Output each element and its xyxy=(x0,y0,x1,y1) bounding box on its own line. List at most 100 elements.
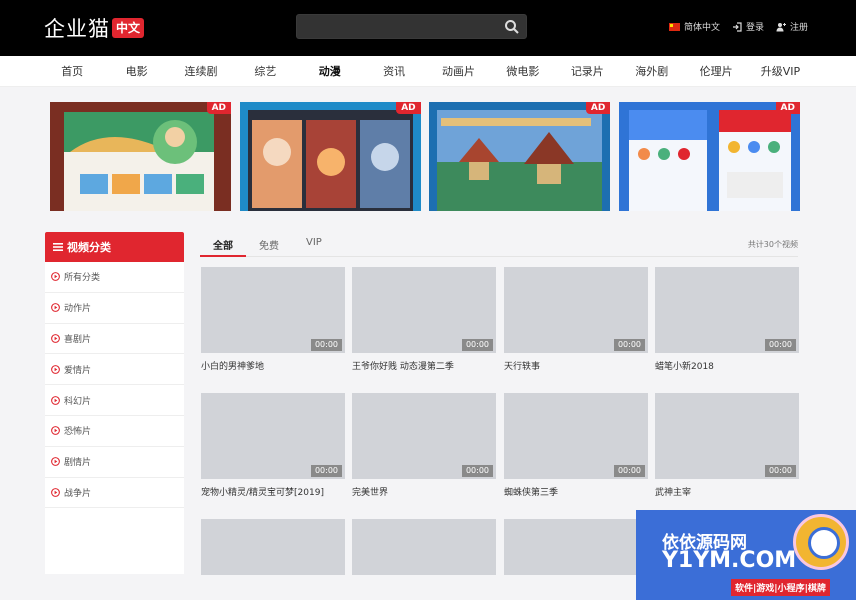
video-title: 蜘蛛侠第三季 xyxy=(504,488,559,498)
video-card[interactable]: 00:00 完美世界 xyxy=(352,393,496,498)
video-duration: 00:00 xyxy=(613,465,645,477)
search-icon[interactable] xyxy=(504,19,520,35)
add-user-icon xyxy=(776,22,786,31)
nav-item-home[interactable]: 首页 xyxy=(40,63,104,79)
register-link[interactable]: 注册 xyxy=(776,20,808,33)
video-title: 王爷你好贱 动态漫第二季 xyxy=(352,362,454,372)
sidebar-item-all[interactable]: 所有分类 xyxy=(45,262,184,293)
sidebar-item-action[interactable]: 动作片 xyxy=(45,293,184,324)
sidebar-item-label: 爱情片 xyxy=(64,365,92,376)
ad-image-app-template xyxy=(618,102,800,211)
tab-free[interactable]: 免费 xyxy=(259,237,279,252)
nav-item-documentary[interactable]: 记录片 xyxy=(555,63,619,79)
nav-item-cartoon[interactable]: 动画片 xyxy=(426,63,490,79)
sidebar-item-label: 喜剧片 xyxy=(64,334,92,345)
video-duration: 00:00 xyxy=(613,339,645,351)
video-title: 小白的男神爹地 xyxy=(201,362,265,372)
video-card[interactable]: 00:00 蜡笔小新2018 xyxy=(655,267,799,372)
video-thumbnail: 00:00 xyxy=(201,393,345,479)
video-title: 蜡笔小新2018 xyxy=(655,362,714,372)
video-duration: 00:00 xyxy=(764,465,796,477)
video-card[interactable] xyxy=(504,519,648,575)
video-card[interactable]: 00:00 天行轶事 xyxy=(504,267,648,372)
tab-vip[interactable]: VIP xyxy=(306,237,322,248)
video-card[interactable] xyxy=(201,519,345,575)
video-thumbnail: 00:00 xyxy=(352,267,496,353)
video-title: 天行轶事 xyxy=(504,362,541,372)
ad-badge: AD xyxy=(396,102,421,114)
video-card[interactable]: 00:00 武神主宰 xyxy=(655,393,799,498)
filter-tabs: 全部 免费 VIP 共计30个视频 xyxy=(200,233,798,257)
list-icon xyxy=(53,243,63,251)
site-header: 企业猫 中文 简体中文 登录 注册 xyxy=(0,0,856,56)
sidebar-title: 视频分类 xyxy=(67,241,111,254)
nav-item-movie[interactable]: 电影 xyxy=(104,63,168,79)
video-title: 宠物小精灵/精灵宝可梦[2019] xyxy=(201,488,324,498)
sidebar-item-scifi[interactable]: 科幻片 xyxy=(45,385,184,416)
magnifier-icon xyxy=(793,514,849,570)
play-circle-icon xyxy=(51,272,60,282)
video-thumbnail xyxy=(201,519,345,575)
nav-item-ethics[interactable]: 伦理片 xyxy=(684,63,748,79)
nav-item-vip[interactable]: 升级VIP xyxy=(748,63,812,79)
sidebar-header: 视频分类 xyxy=(45,232,184,262)
video-duration: 00:00 xyxy=(461,339,493,351)
video-thumbnail: 00:00 xyxy=(504,267,648,353)
sidebar-item-comedy[interactable]: 喜剧片 xyxy=(45,324,184,355)
sidebar-item-label: 科幻片 xyxy=(64,396,92,407)
nav-item-micro-film[interactable]: 微电影 xyxy=(491,63,555,79)
video-duration: 00:00 xyxy=(310,465,342,477)
video-duration: 00:00 xyxy=(310,339,342,351)
nav-item-anime[interactable]: 动漫 xyxy=(298,63,362,79)
language-switch[interactable]: 简体中文 xyxy=(668,20,720,33)
ad-banner[interactable]: AD xyxy=(429,102,611,211)
video-title: 完美世界 xyxy=(352,488,389,498)
ad-banner[interactable]: AD xyxy=(50,102,231,211)
nav-item-overseas[interactable]: 海外剧 xyxy=(620,63,684,79)
play-circle-icon xyxy=(51,364,60,374)
video-card[interactable]: 00:00 蜘蛛侠第三季 xyxy=(504,393,648,498)
ad-banner[interactable]: AD xyxy=(618,102,800,211)
login-label: 登录 xyxy=(745,23,764,33)
sidebar-item-drama[interactable]: 剧情片 xyxy=(45,447,184,478)
play-circle-icon xyxy=(51,457,60,467)
ad-image-website-template xyxy=(50,102,231,211)
video-thumbnail: 00:00 xyxy=(655,267,799,353)
ad-banner[interactable]: AD xyxy=(239,102,421,211)
ad-image-game-scene xyxy=(429,102,611,211)
ad-image-game-cards xyxy=(239,102,421,211)
video-card[interactable] xyxy=(352,519,496,575)
video-card[interactable]: 00:00 宠物小精灵/精灵宝可梦[2019] xyxy=(201,393,345,498)
register-label: 注册 xyxy=(789,23,808,33)
video-duration: 00:00 xyxy=(461,465,493,477)
video-thumbnail: 00:00 xyxy=(504,393,648,479)
search-box xyxy=(296,14,527,39)
video-thumbnail: 00:00 xyxy=(655,393,799,479)
main-nav: 首页 电影 连续剧 综艺 动漫 资讯 动画片 微电影 记录片 海外剧 伦理片 升… xyxy=(0,56,856,87)
ad-badge: AD xyxy=(206,102,231,114)
video-card[interactable]: 00:00 王爷你好贱 动态漫第二季 xyxy=(352,267,496,372)
sidebar-item-romance[interactable]: 爱情片 xyxy=(45,354,184,386)
active-tab-indicator xyxy=(200,255,246,257)
header-links: 简体中文 登录 注册 xyxy=(657,20,808,33)
sidebar-item-horror[interactable]: 恐怖片 xyxy=(45,416,184,447)
language-label: 简体中文 xyxy=(683,23,720,33)
video-card[interactable]: 00:00 小白的男神爹地 xyxy=(201,267,345,372)
login-link[interactable]: 登录 xyxy=(732,20,764,33)
sidebar-item-label: 恐怖片 xyxy=(64,427,92,438)
sidebar-item-war[interactable]: 战争片 xyxy=(45,478,184,509)
sidebar-item-label: 动作片 xyxy=(64,304,92,315)
nav-item-variety[interactable]: 综艺 xyxy=(233,63,297,79)
sidebar-item-label: 战争片 xyxy=(64,488,92,499)
video-thumbnail xyxy=(504,519,648,575)
china-flag-icon xyxy=(668,22,680,31)
video-count: 共计30个视频 xyxy=(747,240,798,249)
nav-item-news[interactable]: 资讯 xyxy=(362,63,426,79)
watermark-line2: Y1YM.COM xyxy=(662,548,797,573)
ad-badge: AD xyxy=(585,102,611,114)
nav-item-series[interactable]: 连续剧 xyxy=(169,63,233,79)
play-circle-icon xyxy=(51,488,60,497)
site-logo[interactable]: 企业猫 中文 xyxy=(44,15,145,41)
search-input[interactable] xyxy=(297,15,526,38)
tab-all[interactable]: 全部 xyxy=(213,237,233,252)
